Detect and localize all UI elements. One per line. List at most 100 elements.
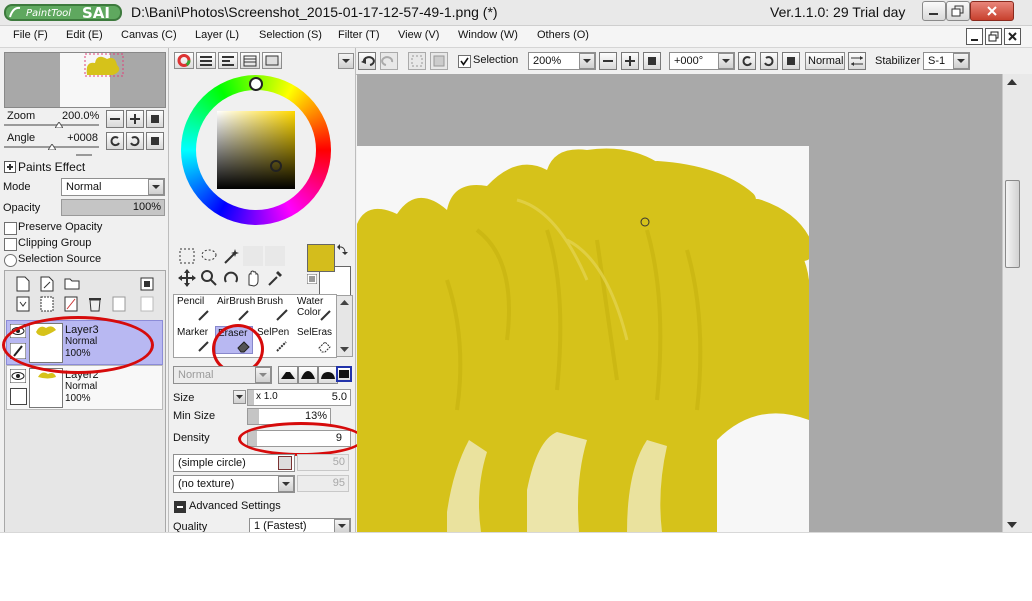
color-wheel-mode-button[interactable] (174, 52, 194, 69)
clipping-group-checkbox[interactable] (4, 238, 17, 251)
primary-color-swatch[interactable] (307, 244, 335, 272)
menu-file[interactable]: File (F) (13, 29, 48, 41)
apply-mask-icon[interactable] (112, 296, 126, 312)
soft-edge-tip-button[interactable] (318, 366, 338, 384)
invert-selection-button[interactable] (430, 52, 448, 70)
marker-tool[interactable]: Marker (175, 326, 213, 354)
rgb-slider-mode-button[interactable] (196, 52, 216, 69)
hand-tool[interactable] (243, 268, 263, 288)
chevron-down-icon[interactable] (338, 53, 354, 69)
new-layer-icon[interactable] (16, 276, 30, 292)
clear-layer-icon[interactable] (64, 296, 78, 312)
paints-effect-toggle[interactable] (4, 161, 16, 173)
menu-filter[interactable]: Filter (T) (338, 29, 380, 41)
undo-button[interactable] (358, 52, 376, 70)
splitter-handle[interactable] (76, 154, 92, 156)
watercolor-tool[interactable]: Water Color (295, 296, 333, 324)
seleras-tool[interactable]: SelEras (295, 326, 333, 354)
airbrush-tool[interactable]: AirBrush (215, 296, 255, 324)
scratchpad-mode-button[interactable] (262, 52, 282, 69)
rotate-reset-toolbar-button[interactable] (782, 52, 800, 70)
brush-tool[interactable]: Brush (255, 296, 293, 324)
blend-mode-select[interactable]: Normal (173, 366, 272, 384)
layer2-lock-box[interactable] (10, 388, 27, 405)
angle-slider-thumb[interactable] (48, 144, 56, 150)
restore-button[interactable] (946, 1, 970, 21)
rotate-ccw-toolbar-button[interactable] (738, 52, 756, 70)
select-rect-tool[interactable] (177, 246, 197, 266)
selection-checkbox[interactable] (458, 55, 471, 68)
magic-wand-tool[interactable] (221, 246, 241, 266)
texture-strength-field[interactable]: 95 (297, 475, 349, 492)
square-tip-button[interactable] (336, 366, 352, 382)
zoom-in-button[interactable] (126, 110, 144, 128)
close-button[interactable] (970, 1, 1014, 21)
minimize-button[interactable] (922, 1, 946, 21)
hue-handle[interactable] (249, 77, 263, 91)
zoom-reset-toolbar-button[interactable] (643, 52, 661, 70)
menu-view[interactable]: View (V) (398, 29, 439, 41)
rotate-reset-button[interactable] (146, 132, 164, 150)
preserve-opacity-checkbox[interactable] (4, 222, 17, 235)
vertical-scrollbar[interactable] (1002, 74, 1021, 532)
zoom-tool[interactable] (199, 268, 219, 288)
menu-window[interactable]: Window (W) (458, 29, 518, 41)
brush-shape-select[interactable]: (simple circle) (173, 454, 295, 472)
zoom-out-button[interactable] (106, 110, 124, 128)
scroll-up-icon[interactable] (1006, 77, 1018, 87)
rotate-right-button[interactable] (126, 132, 144, 150)
delete-layer-icon[interactable] (88, 296, 102, 312)
scroll-thumb[interactable] (1005, 180, 1020, 268)
color-wheel[interactable] (181, 75, 331, 225)
flip-horizontal-button[interactable] (848, 52, 866, 70)
swatches-mode-button[interactable] (240, 52, 260, 69)
rotate-cw-toolbar-button[interactable] (760, 52, 778, 70)
selection-source-radio[interactable] (4, 254, 17, 267)
zoom-reset-button[interactable] (146, 110, 164, 128)
stabilizer-select[interactable]: S-1 (923, 52, 970, 70)
shape-strength-field[interactable]: 50 (297, 454, 349, 471)
angle-select[interactable]: +000° (669, 52, 735, 70)
sv-handle[interactable] (270, 160, 282, 172)
tool-grid-scrollbar[interactable] (336, 295, 353, 357)
move-tool[interactable] (177, 268, 197, 288)
zoom-out-toolbar-button[interactable] (599, 52, 617, 70)
saturation-value-square[interactable] (217, 111, 295, 189)
menu-others[interactable]: Others (O) (537, 29, 589, 41)
layer-mask-icon[interactable] (140, 277, 154, 291)
zoom-slider-thumb[interactable] (55, 122, 63, 128)
pencil-tool[interactable]: Pencil (175, 296, 213, 324)
menu-canvas[interactable]: Canvas (C) (121, 29, 177, 41)
transfer-down-icon[interactable] (16, 296, 30, 312)
scroll-down-icon[interactable] (1006, 520, 1018, 530)
menu-selection[interactable]: Selection (S) (259, 29, 322, 41)
brush-texture-select[interactable]: (no texture) (173, 475, 295, 493)
view-mode-button[interactable]: Normal (805, 52, 845, 70)
medium-edge-tip-button[interactable] (298, 366, 318, 384)
opacity-slider[interactable]: 100% (61, 199, 165, 216)
redo-button[interactable] (380, 52, 398, 70)
zoom-slider[interactable] (4, 124, 99, 126)
navigator-preview[interactable] (4, 52, 166, 108)
doc-restore-button[interactable] (985, 28, 1002, 45)
rotate-left-button[interactable] (106, 132, 124, 150)
doc-minimize-button[interactable] (966, 28, 983, 45)
menu-edit[interactable]: Edit (E) (66, 29, 103, 41)
canvas-viewport[interactable] (357, 74, 1002, 532)
swap-colors-icon[interactable] (336, 244, 348, 256)
size-slider[interactable]: x 1.0 5.0 (247, 389, 351, 406)
hsv-slider-mode-button[interactable] (218, 52, 238, 69)
hard-edge-tip-button[interactable] (278, 366, 298, 384)
new-folder-icon[interactable] (64, 276, 80, 290)
doc-close-button[interactable] (1004, 28, 1021, 45)
rotate-tool[interactable] (221, 268, 241, 288)
merge-down-icon[interactable] (40, 296, 54, 312)
lasso-tool[interactable] (199, 246, 219, 266)
transparent-color-icon[interactable] (307, 274, 317, 284)
zoom-in-toolbar-button[interactable] (621, 52, 639, 70)
zoom-select[interactable]: 200% (528, 52, 596, 70)
eyedropper-tool[interactable] (265, 268, 285, 288)
new-linework-layer-icon[interactable] (40, 276, 54, 292)
delete-mask-icon[interactable] (140, 296, 154, 312)
menu-layer[interactable]: Layer (L) (195, 29, 239, 41)
